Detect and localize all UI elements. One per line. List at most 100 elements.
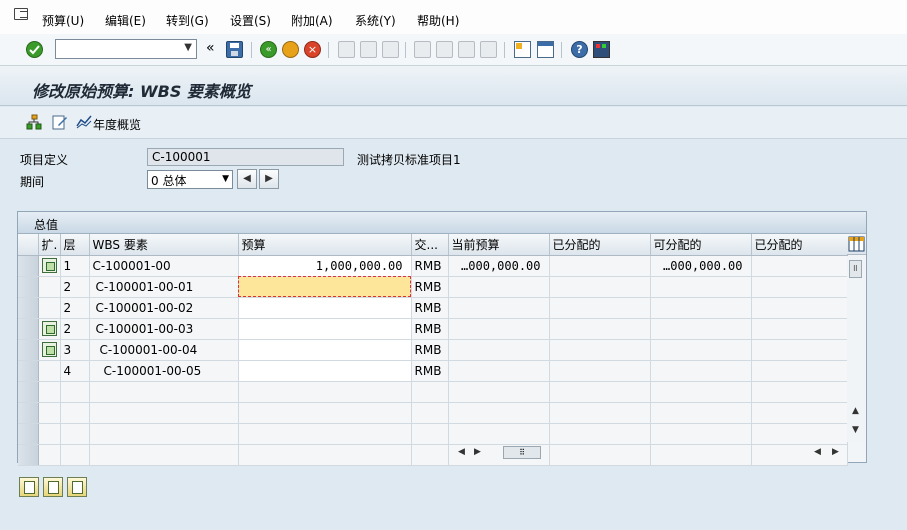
menu-system[interactable]: 系统(Y) — [355, 12, 396, 29]
empty-cell — [89, 402, 239, 424]
menu-goto[interactable]: 转到(G) — [166, 12, 209, 29]
empty-cell — [60, 402, 90, 424]
table-row[interactable]: 1 C-100001-00 1,000,000.00 RMB …000,000.00 …0… — [18, 255, 848, 277]
column-header-allocated-2[interactable]: 已分配的 — [751, 234, 848, 256]
project-definition-field: C-100001 — [147, 148, 344, 166]
scroll-left-icon[interactable]: ◀ — [458, 447, 465, 457]
menu-budget[interactable]: 预算(U) — [42, 12, 84, 29]
create-session-icon[interactable] — [514, 41, 531, 58]
create-shortcut-icon[interactable] — [537, 41, 554, 58]
next-period-button[interactable]: ▶ — [259, 169, 279, 189]
row-selector[interactable] — [18, 444, 39, 466]
empty-cell — [89, 423, 239, 445]
layout-menu-icon[interactable] — [593, 41, 610, 58]
select-all-header[interactable] — [18, 234, 39, 256]
row-selector[interactable] — [18, 276, 39, 298]
horizontal-scroll-thumb[interactable]: ⠿ — [503, 446, 541, 459]
row-selector[interactable] — [18, 339, 39, 361]
menu-extras[interactable]: 附加(A) — [291, 12, 333, 29]
empty-cell — [238, 381, 412, 403]
allocated-cell — [549, 318, 651, 340]
row-selector[interactable] — [18, 402, 39, 424]
column-header-budget[interactable]: 预算 — [238, 234, 412, 256]
table-row[interactable]: 2 C-100001-00-03 RMB — [18, 318, 848, 340]
scroll-up-icon[interactable]: ▲ — [852, 406, 859, 416]
expand-node-icon[interactable] — [41, 258, 57, 273]
column-header-level[interactable]: 层 — [60, 234, 90, 256]
table-row[interactable]: 2 C-100001-00-02 RMB — [18, 297, 848, 319]
column-header-current-budget[interactable]: 当前预算 — [448, 234, 550, 256]
horizontal-scrollbar[interactable]: ◀ ▶ ⠿ ◀ ▶ — [458, 444, 848, 460]
row-selector[interactable] — [18, 423, 39, 445]
previous-period-button[interactable]: ◀ — [237, 169, 257, 189]
edit-pencil-icon[interactable] — [52, 114, 68, 130]
empty-cell — [549, 402, 651, 424]
enter-check-icon[interactable] — [26, 41, 43, 58]
annual-overview-button[interactable]: 年度概览 — [93, 116, 141, 133]
empty-cell — [89, 444, 239, 466]
select-block-button[interactable] — [67, 477, 87, 497]
row-selector[interactable] — [18, 255, 39, 277]
row-selector[interactable] — [18, 297, 39, 319]
row-selector[interactable] — [18, 360, 39, 382]
budget-cell[interactable] — [238, 297, 412, 319]
scroll-left-end-icon[interactable]: ◀ — [814, 447, 821, 457]
vertical-scrollbar[interactable]: ⠿ ▲ ▼ — [847, 256, 865, 442]
budget-cell[interactable] — [238, 276, 412, 298]
empty-cell — [650, 381, 752, 403]
empty-row — [18, 381, 848, 403]
table-row[interactable]: 4 C-100001-00-05 RMB — [18, 360, 848, 382]
expand-node-icon[interactable] — [41, 342, 57, 357]
allocated-cell — [549, 339, 651, 361]
cancel-icon[interactable]: × — [304, 41, 321, 58]
scroll-down-icon[interactable]: ▼ — [852, 425, 859, 435]
deselect-all-button[interactable] — [43, 477, 63, 497]
system-menu-icon[interactable] — [14, 8, 28, 20]
wbs-cell: C-100001-00-04 — [89, 339, 239, 361]
menu-edit[interactable]: 编辑(E) — [105, 12, 146, 29]
column-header-allocated[interactable]: 已分配的 — [549, 234, 651, 256]
save-icon[interactable] — [226, 41, 243, 58]
scroll-right-end-icon[interactable]: ▶ — [832, 447, 839, 457]
hierarchy-icon[interactable] — [26, 114, 42, 130]
column-header-distributable[interactable]: 可分配的 — [650, 234, 752, 256]
menu-help[interactable]: 帮助(H) — [417, 12, 459, 29]
currency-cell: RMB — [411, 255, 449, 277]
chevron-down-icon[interactable]: ▼ — [222, 174, 229, 184]
row-selector[interactable] — [18, 318, 39, 340]
table-row[interactable]: 2 C-100001-00-01 RMB — [18, 276, 848, 298]
expand-node-icon[interactable] — [41, 321, 57, 336]
command-field[interactable]: ▼ — [55, 39, 197, 59]
exit-icon[interactable] — [282, 41, 299, 58]
empty-cell — [448, 423, 550, 445]
row-selector[interactable] — [18, 381, 39, 403]
back-icon[interactable]: « — [260, 41, 277, 58]
currency-cell: RMB — [411, 297, 449, 319]
collapse-command-icon[interactable]: « — [206, 40, 215, 56]
table-row[interactable]: 3 C-100001-00-04 RMB — [18, 339, 848, 361]
empty-cell — [411, 423, 449, 445]
column-header-transaction-currency[interactable]: 交... — [411, 234, 449, 256]
trend-chart-icon — [76, 114, 92, 130]
wbs-cell: C-100001-00-02 — [89, 297, 239, 319]
empty-cell — [411, 444, 449, 466]
column-header-wbs[interactable]: WBS 要素 — [89, 234, 239, 256]
scroll-right-icon[interactable]: ▶ — [474, 447, 481, 457]
menu-settings[interactable]: 设置(S) — [230, 12, 271, 29]
budget-cell[interactable] — [238, 339, 412, 361]
column-settings-icon[interactable] — [847, 234, 866, 255]
period-value: 0 总体 — [151, 174, 187, 188]
select-all-button[interactable] — [19, 477, 39, 497]
budget-cell[interactable]: 1,000,000.00 — [238, 255, 412, 277]
column-header-expand[interactable]: 扩. — [38, 234, 61, 256]
totals-panel: 总值 扩. 层 WBS 要素 预算 交... 当前预算 已分配的 可分配的 已分… — [17, 211, 867, 466]
chevron-down-icon[interactable]: ▼ — [184, 42, 192, 53]
expand-cell — [38, 318, 61, 340]
empty-cell — [238, 444, 412, 466]
period-select[interactable]: 0 总体 ▼ — [147, 170, 233, 189]
budget-cell[interactable] — [238, 318, 412, 340]
help-icon[interactable]: ? — [571, 41, 588, 58]
empty-cell — [60, 381, 90, 403]
budget-cell[interactable] — [238, 360, 412, 382]
vertical-scroll-thumb[interactable]: ⠿ — [849, 260, 862, 278]
